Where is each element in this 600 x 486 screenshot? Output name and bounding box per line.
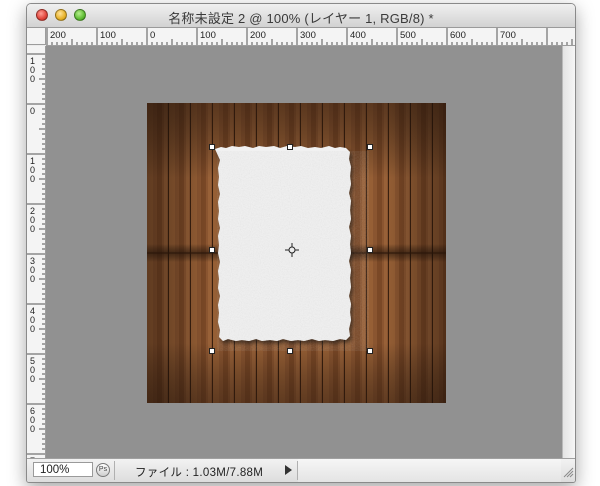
transform-handle-middle-left[interactable] [209,247,215,253]
document-canvas[interactable] [147,103,446,403]
ruler-label: 500 [400,30,416,41]
ruler-label: 200 [50,30,66,41]
ruler-label-digit: 0 [30,174,35,184]
document-window: 名称未設定 2 @ 100% (レイヤー 1, RGB/8) * 200 100 0… [26,3,576,483]
horizontal-ruler-scale: 200 100 0 100 200 300 400 500 600 700 [46,28,573,45]
transform-handle-bottom-left[interactable] [209,348,215,354]
ruler-label: 600 [450,30,466,41]
status-menu-arrow-icon[interactable]: Ps [96,463,110,477]
resize-grip-icon[interactable] [562,463,574,479]
ruler-label-digit: 0 [30,324,35,334]
ruler-label: 200 [250,30,266,41]
vertical-ruler-scale: 1000100200300400500600700 [27,53,45,458]
ruler-label: 100 [100,30,116,41]
ruler-label: 400 [350,30,366,41]
ruler-label-digit: 0 [30,74,35,84]
transform-handle-middle-right[interactable] [367,247,373,253]
ruler-label-digit: 0 [30,424,35,434]
ruler-label-digit: 0 [30,274,35,284]
transform-handle-bottom-center[interactable] [287,348,293,354]
vertical-scrollbar[interactable] [562,46,575,458]
ruler-label: 300 [300,30,316,41]
transform-handle-top-center[interactable] [287,144,293,150]
ruler-label-digit: 0 [30,224,35,234]
pasteboard[interactable] [46,46,562,458]
status-info-menu-arrow-icon[interactable] [285,465,292,475]
ruler-label: 700 [500,30,516,41]
zoom-level-field[interactable]: 100% [33,462,93,477]
file-size-info: ファイル : 1.03M/7.88M [135,467,264,479]
horizontal-ruler[interactable]: 200 100 0 100 200 300 400 500 600 700 [46,28,575,46]
title-bar[interactable]: 名称未設定 2 @ 100% (レイヤー 1, RGB/8) * [27,4,575,28]
ruler-origin[interactable] [27,28,46,45]
paper-layer[interactable] [147,103,446,403]
ruler-label: 0 [150,30,155,41]
status-divider [114,461,115,480]
vertical-ruler[interactable]: 1000100200300400500600700 [27,46,46,458]
ruler-label-digit: 0 [30,374,35,384]
status-bar: 100% Ps ファイル : 1.03M/7.88M [27,458,575,482]
horizontal-scrollbar[interactable] [298,459,561,482]
transform-handle-bottom-right[interactable] [367,348,373,354]
transform-handle-top-right[interactable] [367,144,373,150]
ruler-label: 100 [200,30,216,41]
ruler-label-digit: 0 [30,106,35,116]
window-title: 名称未設定 2 @ 100% (レイヤー 1, RGB/8) * [168,11,434,26]
transform-handle-top-left[interactable] [209,144,215,150]
